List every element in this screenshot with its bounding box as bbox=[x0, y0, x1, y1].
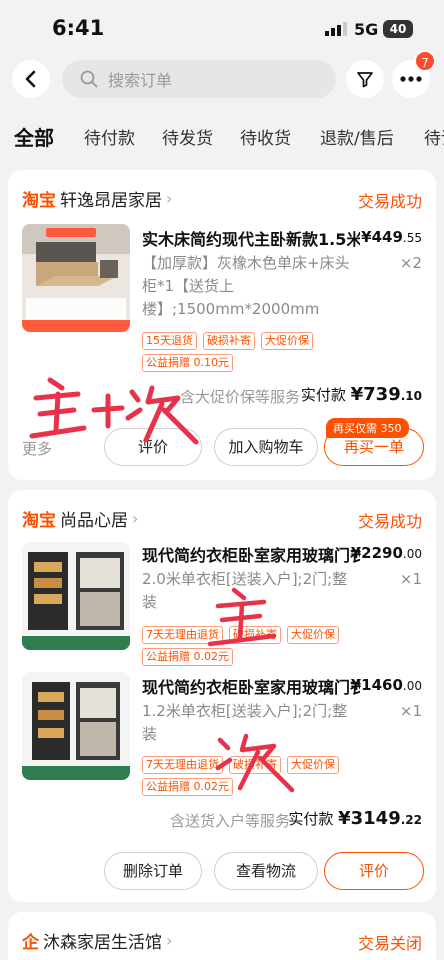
more-menu-button[interactable]: 7 bbox=[392, 50, 436, 98]
handwritten-annotation bbox=[215, 733, 295, 793]
product-quantity: ×1 bbox=[399, 570, 422, 588]
more-dots-icon bbox=[400, 76, 422, 82]
tab-pending-receipt[interactable]: 待收货 bbox=[240, 124, 291, 149]
order-card: 淘宝 尚品心居 › 交易成功 现代简约衣柜卧室家用玻璃门衣柜 ¥2290.00 … bbox=[8, 490, 436, 902]
signal-icon bbox=[325, 22, 347, 36]
chevron-right-icon: › bbox=[132, 508, 139, 528]
add-to-cart-button[interactable]: 加入购物车 bbox=[214, 428, 318, 466]
enterprise-logo: 企 bbox=[22, 932, 39, 953]
tab-all[interactable]: 全部 bbox=[14, 122, 54, 151]
order-tabs: 全部 待付款 待发货 待收货 退款/售后 待评价 bbox=[0, 112, 444, 162]
view-logistics-button[interactable]: 查看物流 bbox=[214, 852, 318, 890]
back-button[interactable] bbox=[12, 60, 50, 98]
service-tag: 大促价保 bbox=[287, 626, 339, 644]
service-tag: 大促价保 bbox=[261, 332, 313, 350]
shop-header[interactable]: 淘宝 轩逸昂居家居 › bbox=[22, 186, 173, 211]
search-placeholder: 搜索订单 bbox=[108, 71, 173, 90]
product-title[interactable]: 现代简约衣柜卧室家用玻璃门衣柜 bbox=[142, 542, 360, 566]
shop-name: 轩逸昂居家居 bbox=[60, 190, 162, 211]
service-summary: 含送货入户等服务 bbox=[170, 812, 291, 830]
order-status: 交易成功 bbox=[357, 512, 422, 531]
product-title[interactable]: 现代简约衣柜卧室家用玻璃门衣柜 bbox=[142, 674, 360, 698]
wardrobe-thumbnail-icon bbox=[22, 542, 130, 650]
tab-pending-shipment[interactable]: 待发货 bbox=[162, 124, 213, 149]
handwritten-annotation bbox=[207, 587, 277, 647]
delete-order-button[interactable]: 删除订单 bbox=[104, 852, 202, 890]
battery-icon: 40 bbox=[383, 20, 413, 38]
bed-thumbnail-icon bbox=[22, 224, 130, 332]
shop-name: 尚品心居 bbox=[60, 510, 128, 531]
clock: 6:41 bbox=[52, 16, 105, 40]
service-tag: 破损补寄 bbox=[203, 332, 255, 350]
status-bar: 6:41 5G 40 bbox=[0, 0, 444, 56]
tab-pending-review[interactable]: 待评价 bbox=[424, 124, 444, 149]
shop-name: 沐森家居生活馆 bbox=[43, 932, 162, 953]
buy-again-price-bubble: 再买仅需 350 bbox=[326, 418, 409, 438]
message-badge: 7 bbox=[414, 50, 436, 72]
tab-pending-payment[interactable]: 待付款 bbox=[84, 124, 135, 149]
shop-header[interactable]: 淘宝 尚品心居 › bbox=[22, 506, 139, 531]
review-button[interactable]: 评价 bbox=[324, 852, 424, 890]
chevron-left-icon bbox=[25, 70, 36, 88]
product-title[interactable]: 实木床简约现代主卧新款1.5米 bbox=[142, 226, 360, 250]
filter-button[interactable] bbox=[346, 60, 384, 98]
tab-refund-aftersale[interactable]: 退款/售后 bbox=[320, 124, 394, 149]
service-tags: 15天退货 破损补寄 大促价保 公益捐赠 0.10元 bbox=[142, 332, 382, 372]
product-image[interactable] bbox=[22, 672, 130, 780]
order-card: 淘宝 轩逸昂居家居 › 交易成功 实木床简约现代主卧新款1.5米 ¥449.55… bbox=[8, 170, 436, 480]
service-tag: 15天退货 bbox=[142, 332, 197, 350]
product-image[interactable] bbox=[22, 542, 130, 650]
product-price: ¥1460.00 bbox=[350, 676, 422, 694]
product-spec: 【加厚款】灰橡木色单床+床头柜*1【送货上楼】;1500mm*2000mm bbox=[142, 254, 350, 318]
product-price: ¥449.55 bbox=[361, 228, 422, 246]
order-card: 企 沐森家居生活馆 › 交易关闭 bbox=[8, 912, 436, 960]
search-input[interactable]: 搜索订单 bbox=[62, 60, 336, 98]
taobao-logo: 淘宝 bbox=[22, 510, 56, 531]
chevron-right-icon: › bbox=[166, 930, 173, 950]
product-image[interactable] bbox=[22, 224, 130, 332]
service-tag: 7天无理由退货 bbox=[142, 756, 223, 774]
handwritten-annotation bbox=[29, 377, 199, 445]
filter-icon bbox=[357, 72, 373, 88]
product-quantity: ×2 bbox=[399, 254, 422, 272]
product-quantity: ×1 bbox=[399, 702, 422, 720]
top-bar: 搜索订单 7 bbox=[0, 50, 444, 102]
product-price: ¥2290.00 bbox=[350, 544, 422, 562]
wardrobe-thumbnail-icon bbox=[22, 672, 130, 780]
network-type: 5G bbox=[354, 20, 379, 39]
order-status: 交易关闭 bbox=[357, 934, 422, 953]
paid-amount: 实付款 ¥739.10 bbox=[300, 384, 422, 405]
taobao-logo: 淘宝 bbox=[22, 190, 56, 211]
search-icon bbox=[80, 70, 98, 88]
chevron-right-icon: › bbox=[166, 188, 173, 208]
order-status: 交易成功 bbox=[357, 192, 422, 211]
shop-header[interactable]: 企 沐森家居生活馆 › bbox=[22, 928, 173, 953]
paid-amount: 实付款 ¥3149.22 bbox=[288, 808, 422, 829]
